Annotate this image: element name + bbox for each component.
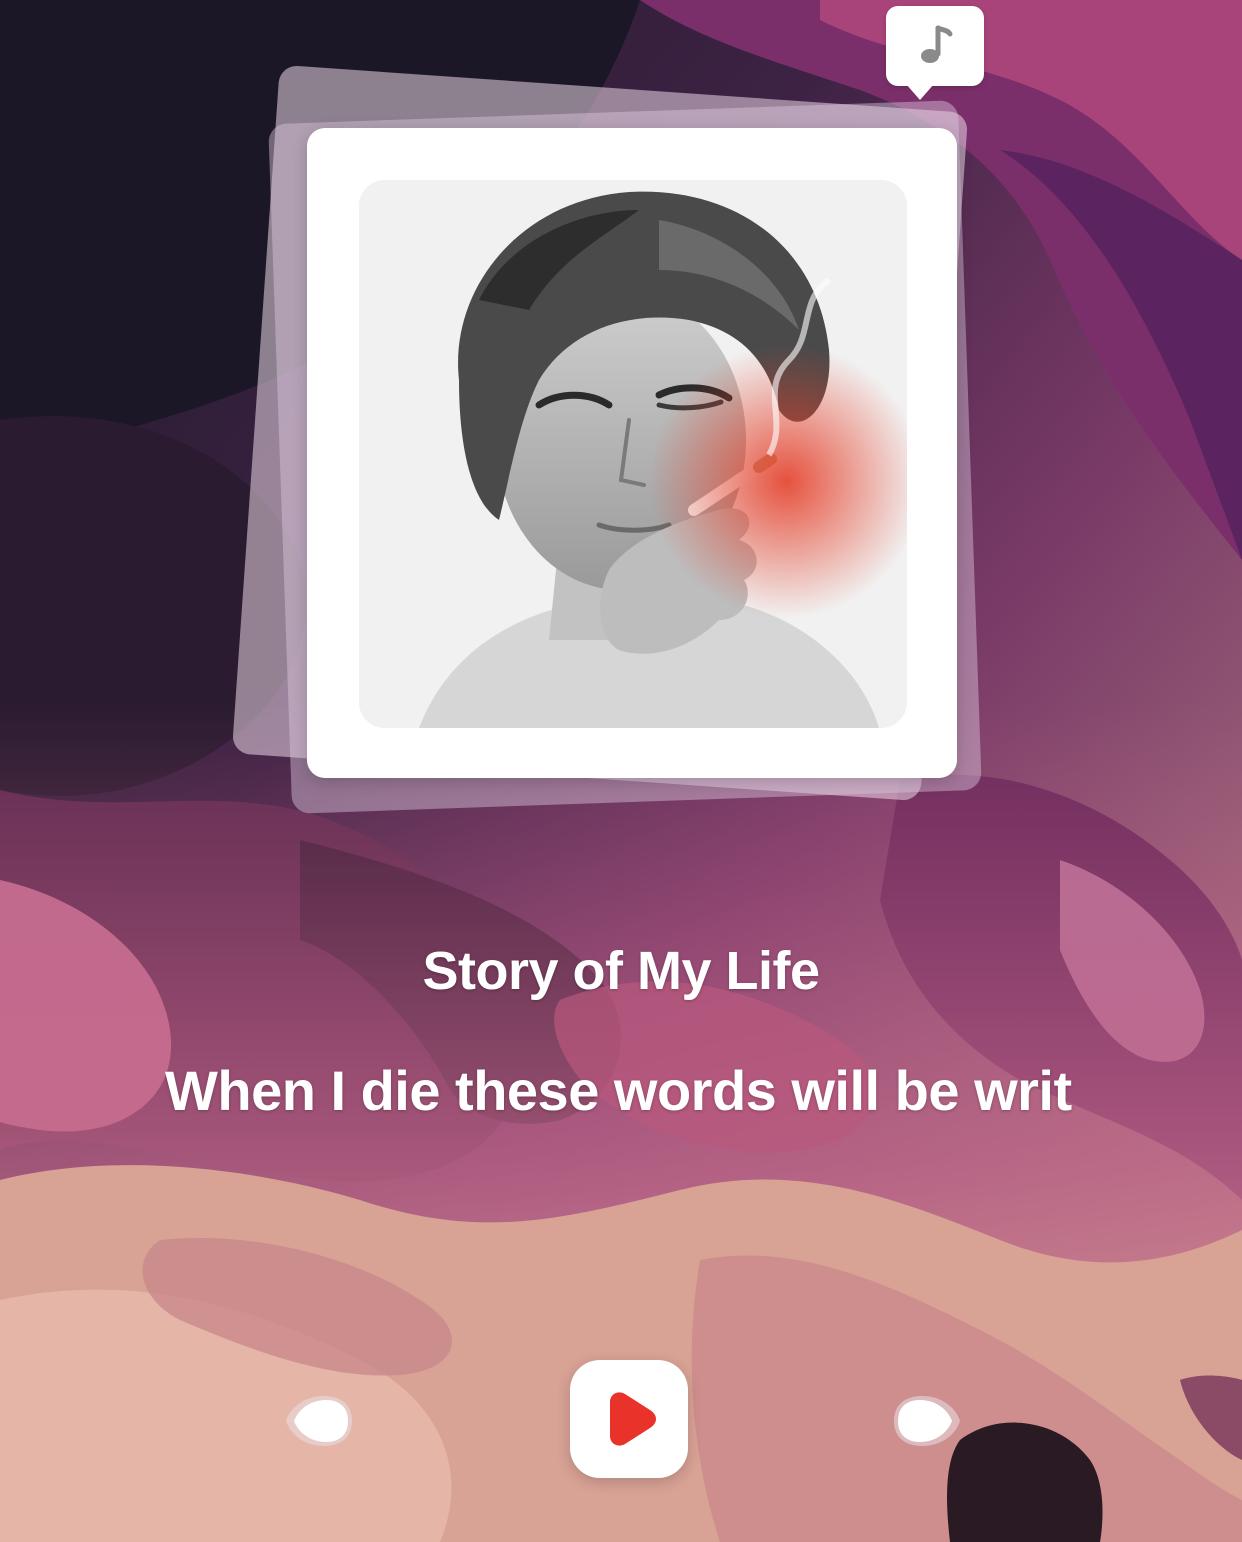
music-note-icon — [921, 25, 953, 63]
music-note-badge[interactable] — [886, 6, 984, 100]
next-track-icon — [894, 1396, 960, 1446]
play-button[interactable] — [570, 1360, 688, 1478]
previous-track-icon — [286, 1396, 352, 1446]
previous-button[interactable] — [282, 1390, 356, 1452]
next-button[interactable] — [890, 1390, 964, 1452]
song-title: Story of My Life — [422, 941, 820, 1001]
album-card — [307, 128, 957, 778]
lyric-line: When I die these words will be writ — [165, 1059, 1072, 1122]
play-icon — [610, 1392, 656, 1446]
album-cover-image — [359, 180, 907, 728]
music-player-screen: Story of My Life When I die these words … — [0, 0, 1242, 1542]
